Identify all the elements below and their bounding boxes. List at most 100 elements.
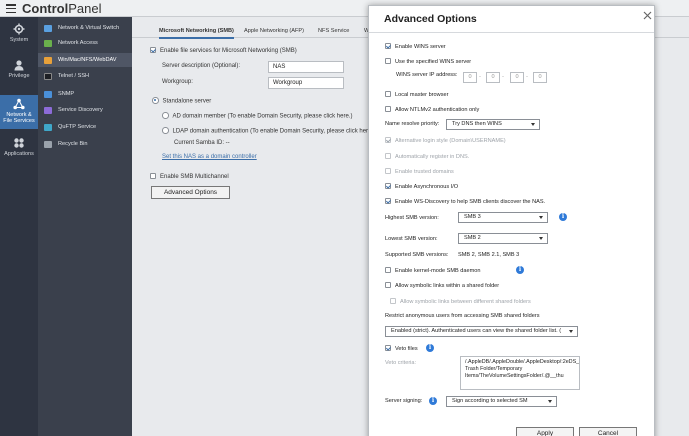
veto-criteria-textarea[interactable]: /.AppleDB/.AppleDouble/.AppleDesktop/:2e… (460, 356, 580, 390)
cancel-button[interactable]: Cancel (579, 427, 637, 436)
veto-files-checkbox[interactable] (385, 345, 391, 351)
chevron-down-icon (548, 400, 552, 403)
standalone-row[interactable]: Standalone server (152, 97, 211, 105)
wins-ip-octet-3[interactable]: 0 (510, 72, 524, 83)
nav-item-network-virtual-switch[interactable]: Network & Virtual Switch (38, 21, 132, 35)
ntlmv2-checkbox[interactable] (385, 106, 391, 112)
local-master-checkbox[interactable] (385, 91, 391, 97)
nav-item-telnet-ssh[interactable]: Telnet / SSH (38, 69, 132, 83)
symlinks-checkbox[interactable] (385, 282, 391, 288)
trusted-domains-checkbox (385, 168, 391, 174)
standalone-radio[interactable] (152, 97, 159, 104)
name-resolve-select[interactable]: Try DNS then WINS (446, 119, 540, 130)
lowest-smb-label: Lowest SMB version: (385, 236, 438, 242)
info-icon[interactable]: i (516, 266, 524, 274)
info-icon[interactable]: i (559, 213, 567, 221)
tab-apple-networking[interactable]: Apple Networking (AFP) (244, 28, 304, 34)
wins-enable-checkbox[interactable] (385, 43, 391, 49)
ad-member-row[interactable]: AD domain member (To enable Domain Secur… (162, 112, 352, 120)
symlinks-between-checkbox (390, 298, 396, 304)
server-description-input[interactable]: NAS (268, 61, 344, 73)
nav-item-win-mac-nfs-webdav[interactable]: Win/Mac/NFS/WebDAV (38, 53, 132, 67)
nav-item-service-discovery[interactable]: Service Discovery (38, 103, 132, 117)
network-icon (13, 98, 25, 110)
alt-login-row: Alternative login style (Domain\USERNAME… (385, 137, 506, 144)
supported-smb-value: SMB 2, SMB 2.1, SMB 3 (458, 252, 520, 258)
nav-item-snmp[interactable]: SNMP (38, 87, 132, 101)
chevron-down-icon (539, 216, 543, 219)
tab-microsoft-networking[interactable]: Microsoft Networking (SMB) (159, 28, 234, 39)
async-io-row[interactable]: Enable Asynchronous I/O (385, 183, 458, 190)
server-description-label: Server description (Optional): (162, 63, 241, 69)
ip-separator: · (526, 74, 528, 80)
ws-discovery-checkbox[interactable] (385, 198, 391, 204)
samba-id-label: Current Samba ID: -- (174, 140, 230, 146)
rail-item-applications[interactable]: Applications (0, 137, 38, 167)
server-signing-select[interactable]: Sign according to selected SM (446, 396, 557, 407)
apps-grid-icon (14, 138, 24, 148)
info-icon[interactable]: i (429, 397, 437, 405)
ws-discovery-row[interactable]: Enable WS-Discovery to help SMB clients … (385, 198, 545, 205)
ntlmv2-row[interactable]: Allow NTLMv2 authentication only (385, 106, 479, 113)
veto-files-row[interactable]: Veto files (385, 345, 418, 352)
multichannel-checkbox[interactable] (150, 173, 156, 179)
gear-icon (13, 23, 25, 35)
wins-enable-row[interactable]: Enable WINS server (385, 43, 446, 50)
restrict-anonymous-label: Restrict anonymous users from accessing … (385, 313, 540, 319)
kernel-mode-row[interactable]: Enable kernel-mode SMB daemon (385, 267, 481, 274)
snmp-icon (44, 90, 52, 98)
chevron-down-icon (569, 330, 573, 333)
wins-specified-checkbox[interactable] (385, 58, 391, 64)
alt-login-checkbox (385, 137, 391, 143)
discovery-icon (44, 106, 52, 114)
tab-nfs-service[interactable]: NFS Service (318, 28, 349, 34)
info-icon[interactable]: i (426, 344, 434, 352)
rail-item-system[interactable]: System (0, 23, 38, 53)
lowest-smb-select[interactable]: SMB 2 (458, 233, 548, 244)
veto-criteria-label: Veto criteria: (385, 360, 417, 366)
ad-member-radio[interactable] (162, 112, 169, 119)
rail-item-network-file-services[interactable]: Network & File Services (0, 95, 38, 129)
chevron-down-icon (531, 123, 535, 126)
workgroup-label: Workgroup: (162, 79, 193, 85)
smb-enable-row[interactable]: Enable file services for Microsoft Netwo… (150, 47, 297, 54)
apply-button[interactable]: Apply (516, 427, 574, 436)
wins-ip-octet-4[interactable]: 0 (533, 72, 547, 83)
ldap-row[interactable]: LDAP domain authentication (To enable Do… (162, 127, 373, 135)
server-signing-label: Server signing: (385, 398, 423, 404)
dialog-divider (369, 32, 654, 33)
symlinks-row[interactable]: Allow symbolic links within a shared fol… (385, 282, 499, 289)
close-icon[interactable] (643, 11, 652, 20)
wins-ip-octet-1[interactable]: 0 (463, 72, 477, 83)
kernel-mode-checkbox[interactable] (385, 267, 391, 273)
rail-item-privilege[interactable]: Privilege (0, 59, 38, 89)
async-io-checkbox[interactable] (385, 183, 391, 189)
nav-item-network-access[interactable]: Network Access (38, 36, 132, 50)
highest-smb-label: Highest SMB version: (385, 215, 439, 221)
trusted-domains-row: Enable trusted domains (385, 168, 454, 175)
auto-register-checkbox (385, 153, 391, 159)
advanced-options-button[interactable]: Advanced Options (151, 186, 230, 199)
multichannel-row[interactable]: Enable SMB Multichannel (150, 173, 229, 180)
wins-ip-octet-2[interactable]: 0 (486, 72, 500, 83)
workgroup-input[interactable]: Workgroup (268, 77, 344, 89)
nav-item-recycle-bin[interactable]: Recycle Bin (38, 137, 132, 151)
name-resolve-label: Name resolve priority: (385, 121, 440, 127)
restrict-anonymous-select[interactable]: Enabled (strict). Authenticated users ca… (385, 326, 578, 337)
ip-separator: · (479, 74, 481, 80)
category-rail: System Privilege Network & File Services… (0, 17, 38, 436)
highest-smb-select[interactable]: SMB 3 (458, 212, 548, 223)
wins-specified-row[interactable]: Use the specified WINS server (385, 58, 471, 65)
network-switch-icon (44, 24, 52, 32)
domain-controller-link[interactable]: Set this NAS as a domain controller (162, 154, 257, 160)
ip-separator: · (502, 74, 504, 80)
supported-smb-label: Supported SMB versions: (385, 252, 449, 258)
ldap-radio[interactable] (162, 127, 169, 134)
menu-icon[interactable] (6, 4, 16, 14)
service-nav: Network & Virtual Switch Network Access … (38, 17, 132, 436)
smb-enable-checkbox[interactable] (150, 47, 156, 53)
wins-ip-label: WINS server IP address: (396, 72, 458, 78)
local-master-row[interactable]: Local master browser (385, 91, 448, 98)
chevron-down-icon (539, 237, 543, 240)
nav-item-quftp-service[interactable]: QuFTP Service (38, 120, 132, 134)
